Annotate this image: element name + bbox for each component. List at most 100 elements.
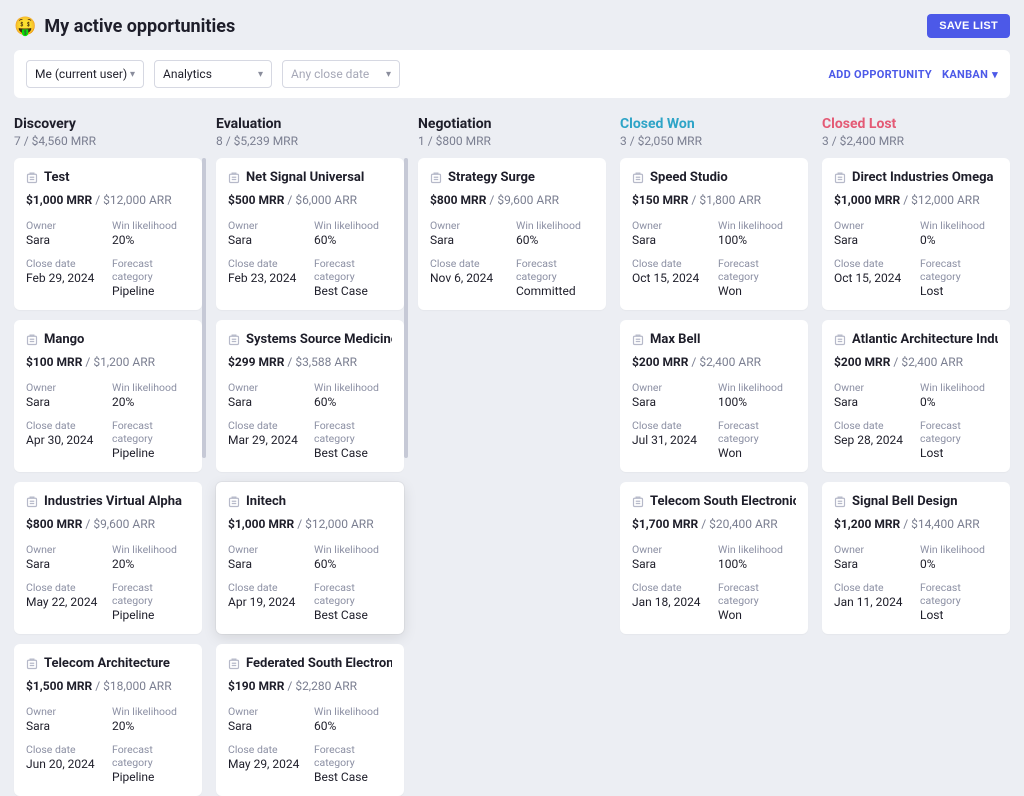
owner-label: Owner — [228, 219, 306, 232]
owner-label: Owner — [26, 543, 104, 556]
owner-value: Sara — [228, 557, 306, 571]
card-mrr: $299 MRR — [228, 355, 284, 369]
win-label: Win likelihood — [718, 543, 796, 556]
opportunity-icon — [834, 496, 846, 508]
card-title: Direct Industries Omega — [852, 170, 993, 185]
card-arr: / $12,000 ARR — [95, 193, 171, 207]
opportunity-icon — [26, 172, 38, 184]
card-title-row: Net Signal Universal — [228, 170, 392, 185]
owner-select-value: Me (current user) — [35, 67, 127, 81]
forecast-label: Forecast category — [112, 581, 190, 607]
opportunity-card[interactable]: Industries Virtual Alpha$800 MRR / $9,60… — [14, 482, 202, 634]
opportunity-card[interactable]: Atlantic Architecture Indust… $200 MRR / … — [822, 320, 1010, 472]
forecast-label: Forecast category — [920, 581, 998, 607]
opportunity-card[interactable]: Telecom South Electronics$1,700 MRR / $2… — [620, 482, 808, 634]
opportunity-card[interactable]: Strategy Surge$800 MRR / $9,600 ARROwner… — [418, 158, 606, 310]
opportunity-card[interactable]: Speed Studio$150 MRR / $1,800 ARROwnerSa… — [620, 158, 808, 310]
close-label: Close date — [632, 581, 710, 594]
card-mrr: $200 MRR — [834, 355, 890, 369]
card-arr: / $12,000 ARR — [297, 517, 373, 531]
column-title: Negotiation — [418, 116, 606, 132]
column-cards: Speed Studio$150 MRR / $1,800 ARROwnerSa… — [620, 158, 808, 634]
kanban-view-toggle[interactable]: KANBAN ▾ — [942, 68, 998, 81]
filter-bar: Me (current user) ▾ Analytics ▾ Any clos… — [14, 50, 1010, 98]
opportunity-card[interactable]: Systems Source Medicine$299 MRR / $3,588… — [216, 320, 404, 472]
win-label: Win likelihood — [314, 219, 392, 232]
opportunity-card[interactable]: Telecom Architecture$1,500 MRR / $18,000… — [14, 644, 202, 796]
win-value: 20% — [112, 395, 190, 409]
win-value: 60% — [516, 233, 594, 247]
card-mrr: $800 MRR — [430, 193, 486, 207]
forecast-value: Best Case — [314, 770, 392, 784]
close-label: Close date — [26, 419, 104, 432]
card-revenue: $100 MRR / $1,200 ARR — [26, 355, 190, 369]
win-value: 60% — [314, 395, 392, 409]
owner-value: Sara — [632, 395, 710, 409]
segment-select[interactable]: Analytics ▾ — [154, 60, 272, 88]
opportunity-card[interactable]: Direct Industries Omega$1,000 MRR / $12,… — [822, 158, 1010, 310]
owner-value: Sara — [834, 233, 912, 247]
card-revenue: $200 MRR / $2,400 ARR — [834, 355, 998, 369]
card-title: Strategy Surge — [448, 170, 535, 185]
card-revenue: $1,500 MRR / $18,000 ARR — [26, 679, 190, 693]
card-title: Net Signal Universal — [246, 170, 364, 185]
column-cards: Direct Industries Omega$1,000 MRR / $12,… — [822, 158, 1010, 634]
opportunity-card[interactable]: Net Signal Universal $500 MRR / $6,000 AR… — [216, 158, 404, 310]
opportunity-card[interactable]: Signal Bell Design$1,200 MRR / $14,400 A… — [822, 482, 1010, 634]
card-title: Signal Bell Design — [852, 494, 958, 509]
card-revenue: $1,000 MRR / $12,000 ARR — [26, 193, 190, 207]
opportunity-icon — [228, 496, 240, 508]
forecast-label: Forecast category — [314, 743, 392, 769]
close-value: May 29, 2024 — [228, 757, 306, 771]
card-title: Industries Virtual Alpha — [44, 494, 182, 509]
card-details: OwnerSaraWin likelihood60%Close dateMar … — [228, 381, 392, 460]
scrollbar[interactable] — [202, 158, 206, 458]
owner-label: Owner — [632, 219, 710, 232]
close-date-select[interactable]: Any close date ▾ — [282, 60, 400, 88]
opportunity-card[interactable]: Initech$1,000 MRR / $12,000 ARROwnerSara… — [216, 482, 404, 634]
column-summary: 3 / $2,050 MRR — [620, 134, 808, 148]
win-value: 20% — [112, 719, 190, 733]
card-title: Atlantic Architecture Indust… — [852, 332, 998, 347]
win-value: 60% — [314, 719, 392, 733]
opportunity-card[interactable]: Mango$100 MRR / $1,200 ARROwnerSaraWin l… — [14, 320, 202, 472]
card-mrr: $1,000 MRR — [228, 517, 294, 531]
opportunity-icon — [632, 334, 644, 346]
forecast-label: Forecast category — [314, 257, 392, 283]
card-arr: / $1,800 ARR — [691, 193, 761, 207]
close-label: Close date — [228, 257, 306, 270]
owner-value: Sara — [26, 233, 104, 247]
close-label: Close date — [632, 419, 710, 432]
owner-select[interactable]: Me (current user) ▾ — [26, 60, 144, 88]
close-label: Close date — [228, 743, 306, 756]
chevron-down-icon: ▾ — [258, 69, 263, 80]
column-cards: Test$1,000 MRR / $12,000 ARROwnerSaraWin… — [14, 158, 202, 796]
forecast-label: Forecast category — [314, 581, 392, 607]
card-title-row: Signal Bell Design — [834, 494, 998, 509]
owner-value: Sara — [834, 395, 912, 409]
forecast-label: Forecast category — [718, 257, 796, 283]
owner-label: Owner — [632, 543, 710, 556]
close-value: Jan 11, 2024 — [834, 595, 912, 609]
opportunity-card[interactable]: Federated South Electronic$190 MRR / $2,… — [216, 644, 404, 796]
forecast-label: Forecast category — [112, 743, 190, 769]
column-title: Closed Won — [620, 116, 808, 132]
win-value: 100% — [718, 395, 796, 409]
close-value: Feb 23, 2024 — [228, 271, 306, 285]
add-opportunity-button[interactable]: ADD OPPORTUNITY — [828, 68, 932, 81]
win-value: 0% — [920, 395, 998, 409]
opportunity-card[interactable]: Max Bell$200 MRR / $2,400 ARROwnerSaraWi… — [620, 320, 808, 472]
close-value: Oct 15, 2024 — [632, 271, 710, 285]
scrollbar[interactable] — [404, 158, 408, 458]
card-revenue: $500 MRR / $6,000 ARR — [228, 193, 392, 207]
kanban-board: Discovery7 / $4,560 MRRTest$1,000 MRR / … — [14, 116, 1010, 796]
win-value: 20% — [112, 233, 190, 247]
save-list-button[interactable]: SAVE LIST — [927, 14, 1010, 38]
card-title-row: Strategy Surge — [430, 170, 594, 185]
forecast-value: Best Case — [314, 284, 392, 298]
opportunity-icon — [632, 496, 644, 508]
opportunity-card[interactable]: Test$1,000 MRR / $12,000 ARROwnerSaraWin… — [14, 158, 202, 310]
opportunity-icon — [228, 334, 240, 346]
column-title: Evaluation — [216, 116, 404, 132]
opportunity-icon — [834, 172, 846, 184]
